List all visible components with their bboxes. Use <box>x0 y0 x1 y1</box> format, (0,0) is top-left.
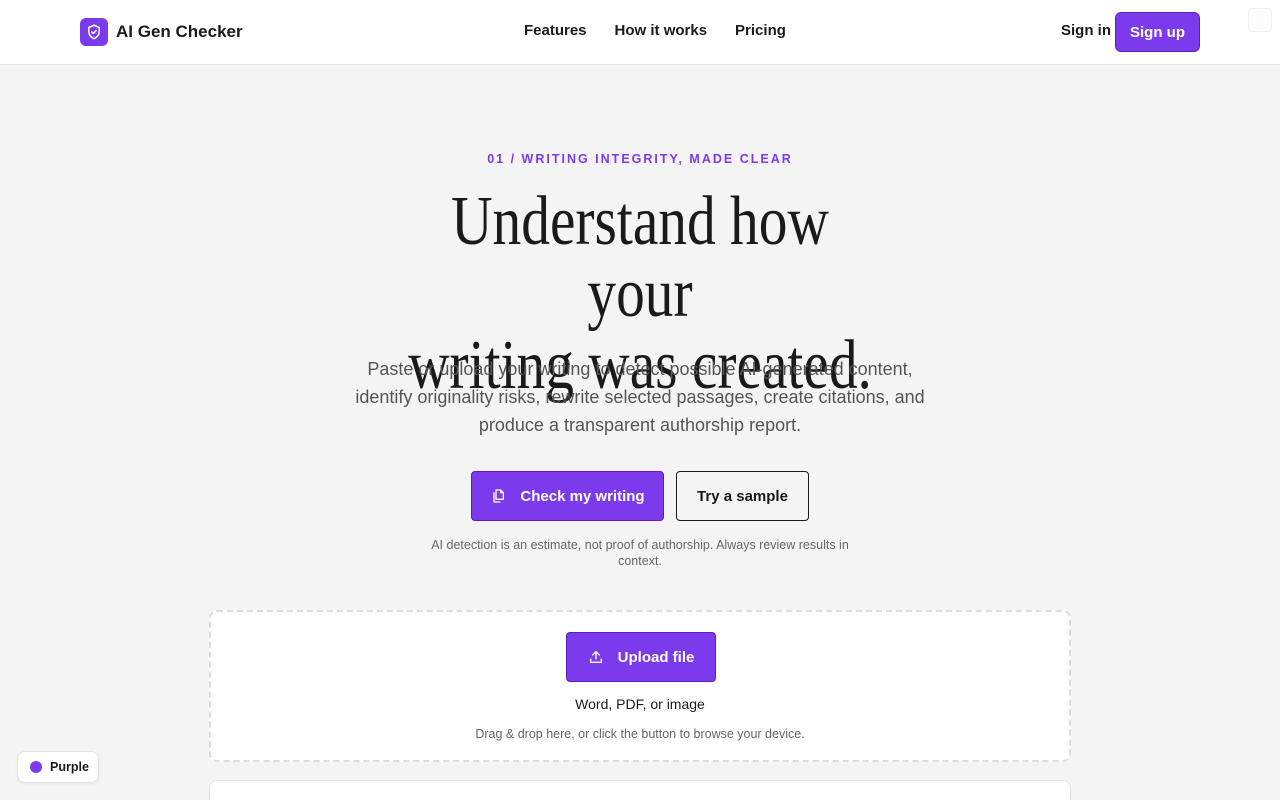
theme-label: Purple <box>50 760 89 774</box>
hero-title-line-1: Understand how your <box>451 183 829 332</box>
theme-switcher[interactable]: Purple <box>17 751 99 783</box>
brand[interactable]: AI Gen Checker <box>80 18 243 46</box>
main-nav: Features How it works Pricing <box>524 22 786 39</box>
theme-color-dot <box>30 761 42 773</box>
site-header: AI Gen Checker Features How it works Pri… <box>0 0 1280 65</box>
sign-up-button[interactable]: Sign up <box>1115 12 1200 52</box>
ai-disclaimer: AI detection is an estimate, not proof o… <box>431 538 849 568</box>
brand-name: AI Gen Checker <box>116 22 243 41</box>
check-my-writing-label: Check my writing <box>520 487 645 505</box>
editor-card <box>209 780 1071 800</box>
corner-placeholder <box>1248 8 1272 32</box>
nav-pricing[interactable]: Pricing <box>735 22 786 39</box>
hero-eyebrow: 01 / WRITING INTEGRITY, MADE CLEAR <box>487 152 793 166</box>
hero-subtitle: Paste or upload your writing to detect p… <box>355 359 925 435</box>
check-my-writing-button[interactable]: Check my writing <box>471 471 664 521</box>
document-copy-icon <box>490 488 506 504</box>
upload-file-button[interactable]: Upload file <box>566 632 716 682</box>
upload-icon <box>588 649 604 665</box>
nav-features[interactable]: Features <box>524 22 587 39</box>
nav-how-it-works[interactable]: How it works <box>615 22 708 39</box>
try-sample-button[interactable]: Try a sample <box>676 471 809 521</box>
upload-file-label: Upload file <box>617 648 695 666</box>
sign-in-link[interactable]: Sign in <box>1061 22 1111 39</box>
shield-check-icon <box>80 18 108 46</box>
upload-hint: Drag & drop here, or click the button to… <box>475 727 805 741</box>
upload-formats: Word, PDF, or image <box>575 696 705 712</box>
upload-dropzone[interactable]: Upload file Word, PDF, or image Drag & d… <box>209 610 1071 762</box>
